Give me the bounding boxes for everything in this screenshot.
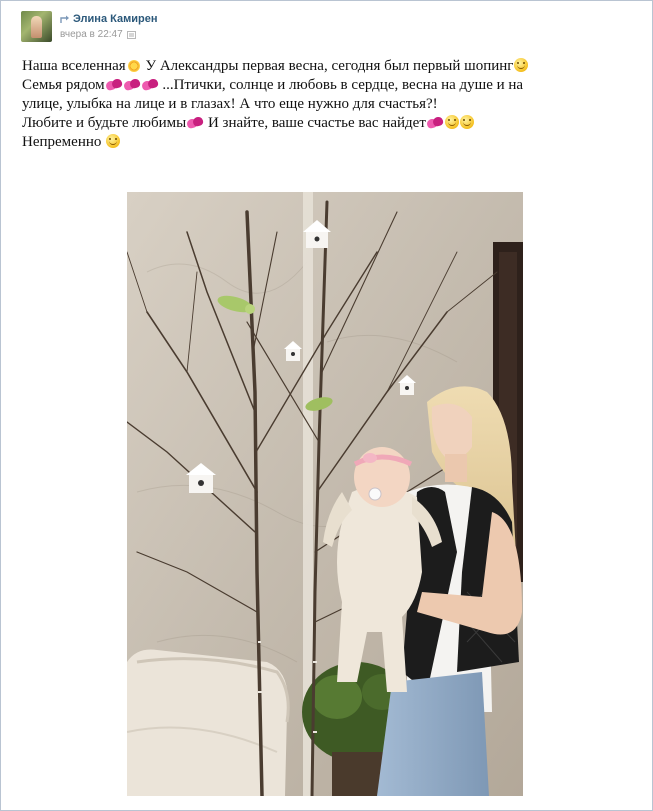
sun-emoji-icon (127, 60, 140, 72)
text-segment: ...Птички, солнце и любовь в сердце, вес… (162, 77, 524, 93)
smile-emoji-icon (459, 115, 474, 129)
post-time-link[interactable]: вчера в 22:47 (60, 29, 123, 40)
text-line-1: Наша вселенная У Александры первая весна… (22, 57, 632, 76)
wink-emoji-icon (106, 134, 121, 148)
text-segment: Любите и будьте любимы (22, 115, 187, 131)
text-line-3: улице, улыбка на лице и в глазах! А что … (22, 95, 632, 114)
two-hearts-emoji-icon (124, 79, 140, 91)
two-hearts-emoji-icon (187, 117, 203, 129)
post-text: Наша вселенная У Александры первая весна… (22, 57, 632, 152)
two-hearts-emoji-icon (142, 79, 158, 91)
post-card: Элина Камирен вчера в 22:47 Наша вселенн… (0, 0, 653, 811)
text-line-5: Непременно (22, 133, 632, 152)
smile-emoji-icon (514, 58, 529, 72)
post-meta: Элина Камирен вчера в 22:47 (60, 11, 157, 40)
text-segment: И знайте, ваше счастье вас найдет (207, 115, 426, 131)
text-line-4: Любите и будьте любимы И знайте, ваше сч… (22, 114, 632, 133)
repost-arrow-icon (60, 15, 69, 23)
attached-photo[interactable] (127, 192, 523, 796)
photo-illustration (127, 192, 523, 796)
author-avatar[interactable] (21, 11, 52, 42)
photo-attachment-icon (126, 30, 136, 39)
time-row: вчера в 22:47 (60, 29, 157, 40)
wink-emoji-icon (444, 115, 459, 129)
text-segment: У Александры первая весна, сегодня был п… (145, 58, 514, 74)
text-segment: Непременно (22, 134, 102, 150)
text-segment: Наша вселенная (22, 58, 126, 74)
author-row: Элина Камирен (60, 12, 157, 26)
post-header: Элина Камирен вчера в 22:47 (21, 11, 157, 45)
author-name-link[interactable]: Элина Камирен (73, 12, 157, 26)
text-line-2: Семья рядом ...Птички, солнце и любовь в… (22, 76, 632, 95)
two-hearts-emoji-icon (427, 117, 443, 129)
text-segment: Семья рядом (22, 77, 105, 93)
two-hearts-emoji-icon (106, 79, 122, 91)
sofa (127, 649, 288, 796)
text-segment: улице, улыбка на лице и в глазах! А что … (22, 96, 438, 112)
